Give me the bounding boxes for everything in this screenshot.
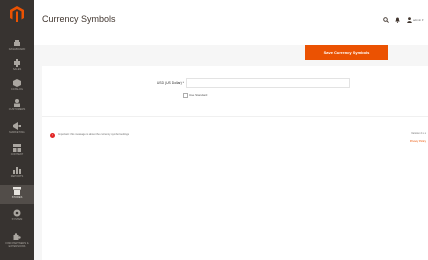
usd-symbol-input[interactable] — [186, 78, 350, 88]
puzzle-icon — [13, 233, 21, 240]
sidebar-item-label: REPORTS — [10, 175, 24, 178]
divider — [42, 116, 428, 117]
sidebar-item-label: STORES — [11, 196, 23, 199]
sidebar-item-sales[interactable]: SALES — [0, 57, 34, 76]
bar-chart-icon — [13, 167, 21, 174]
sidebar-item-catalog[interactable]: CATALOG — [0, 77, 34, 96]
sidebar-item-label: CUSTOMERS — [8, 108, 26, 111]
sidebar-item-customers[interactable]: CUSTOMERS — [0, 97, 34, 116]
sidebar-item-dashboard[interactable]: DASHBOARD — [0, 37, 34, 56]
version-note: Version 2.x.x — [411, 132, 426, 135]
sidebar-item-label: DASHBOARD — [8, 48, 26, 51]
sidebar-item-label: SYSTEM — [11, 218, 23, 221]
sidebar-item-label: CONTENT — [10, 153, 24, 156]
sidebar-item-marketing[interactable]: MARKETING — [0, 120, 34, 139]
sidebar-item-reports[interactable]: REPORTS — [0, 164, 34, 183]
person-icon — [14, 99, 20, 107]
footer-message: Important: this message is about the cur… — [58, 133, 130, 136]
use-standard-checkbox[interactable] — [183, 93, 188, 98]
page-header: Currency Symbols admin ▾ — [34, 0, 428, 45]
use-standard-label: Use Standard — [189, 93, 208, 97]
user-menu[interactable]: admin ▾ — [413, 18, 424, 22]
page-title: Currency Symbols — [42, 14, 116, 24]
bell-icon[interactable] — [395, 17, 400, 23]
sidebar-item-label: SALES — [12, 68, 22, 71]
save-currency-symbols-button[interactable]: Save Currency Symbols — [305, 45, 388, 60]
box-icon — [13, 79, 21, 87]
dashboard-icon — [14, 40, 20, 46]
privacy-policy-link[interactable]: Privacy Policy — [376, 140, 426, 143]
dollar-icon — [14, 59, 20, 67]
sidebar-item-system[interactable]: SYSTEM — [0, 207, 34, 226]
sidebar-item-label: FIND PARTNERS & EXTENSIONS — [5, 242, 29, 248]
sidebar-item-stores[interactable]: STORES — [0, 185, 34, 204]
sidebar-item-label: MARKETING — [9, 131, 25, 134]
sidebar: DASHBOARD SALES CATALOG CUSTOMERS MARKET… — [0, 0, 34, 260]
gear-icon — [13, 209, 21, 217]
sidebar-item-find-partners[interactable]: FIND PARTNERS & EXTENSIONS — [0, 231, 34, 257]
store-icon — [13, 187, 21, 195]
content-panel: USD (US Dollar) * Use Standard ! Importa… — [42, 66, 428, 260]
magento-logo-icon[interactable] — [9, 6, 25, 22]
megaphone-icon — [13, 122, 21, 130]
sidebar-item-content[interactable]: CONTENT — [0, 142, 34, 161]
search-icon[interactable] — [383, 17, 389, 23]
user-icon[interactable] — [407, 17, 412, 23]
usd-field-label: USD (US Dollar) * — [156, 81, 184, 85]
layout-icon — [13, 144, 21, 152]
sidebar-item-label: CATALOG — [10, 88, 23, 91]
error-icon: ! — [50, 133, 55, 138]
